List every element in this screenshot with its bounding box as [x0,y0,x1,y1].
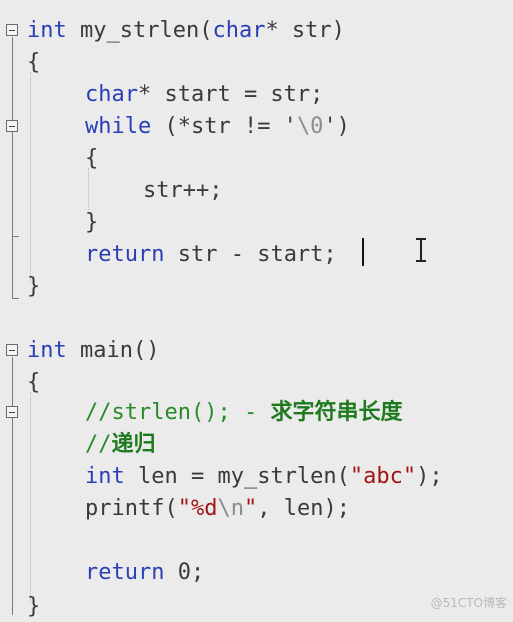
code-line-5[interactable]: { [85,144,98,174]
code-text: (*str != ' [151,114,297,139]
keyword: return [85,242,165,267]
comment-chinese: 递归 [111,432,156,457]
comment-chinese: 求字符串长度 [270,400,403,425]
code-line-1[interactable]: int my_strlen(char* str) [27,16,345,46]
indent-guide [30,72,31,282]
fold-toggle-my-strlen[interactable] [6,24,18,36]
code-line-6[interactable]: str++; [143,176,222,206]
indent-guide [88,168,89,210]
text-caret [362,238,364,266]
code-line-9[interactable]: } [27,272,40,302]
code-text: printf( [85,496,178,521]
keyword: int [27,338,67,363]
fold-toggle-main[interactable] [6,344,18,356]
keyword: int [27,18,67,43]
code-line-13[interactable]: //递归 [85,430,156,460]
code-line-16[interactable]: return 0; [85,558,204,588]
code-text: len = my_strlen( [124,464,350,489]
fold-outline-bar [12,357,13,615]
keyword: while [85,114,152,139]
code-line-11[interactable]: { [27,368,40,398]
code-line-7[interactable]: } [85,208,98,238]
code-text: ') [323,114,350,139]
watermark: @51CTO博客 [430,596,507,610]
code-text: 0; [164,560,205,585]
string-literal: " [243,496,258,521]
code-text: my_strlen( [66,18,213,43]
code-line-14[interactable]: int len = my_strlen("abc"); [85,462,443,492]
code-line-10[interactable]: int main() [27,336,159,366]
code-line-12[interactable]: //strlen(); - 求字符串长度 [85,398,402,428]
code-text: * start = str; [137,82,324,107]
escape-sequence: \0 [296,114,324,139]
escape-sequence: \n [217,496,244,521]
string-literal: "%d [177,496,218,521]
comment: //strlen(); - [85,400,271,425]
code-text: str - start; [164,242,337,267]
code-line-2[interactable]: { [27,48,40,78]
code-line-3[interactable]: char* start = str; [85,80,323,110]
fold-outline-bar [12,37,13,299]
string-literal: "abc" [349,464,417,489]
code-line-4[interactable]: while (*str != '\0') [85,112,350,142]
keyword: char [85,82,138,107]
code-text: ); [416,464,443,489]
code-line-8[interactable]: return str - start; [85,240,337,270]
code-text: main() [66,338,160,363]
code-line-17[interactable]: } [27,592,40,622]
ibeam-cursor-icon [414,238,428,262]
fold-toggle-while[interactable] [6,120,18,132]
keyword: char [212,18,266,43]
code-line-15[interactable]: printf("%d\n", len); [85,494,350,524]
comment: // [85,432,112,457]
code-text: , len); [257,496,350,521]
fold-outline-end [12,236,19,237]
fold-toggle-comment[interactable] [6,406,18,418]
keyword: return [85,560,165,585]
code-text: * str) [265,18,345,43]
indent-guide [30,392,31,602]
fold-outline-end [12,298,19,299]
keyword: int [85,464,125,489]
code-editor[interactable]: int my_strlen(char* str) { char* start =… [0,0,513,619]
